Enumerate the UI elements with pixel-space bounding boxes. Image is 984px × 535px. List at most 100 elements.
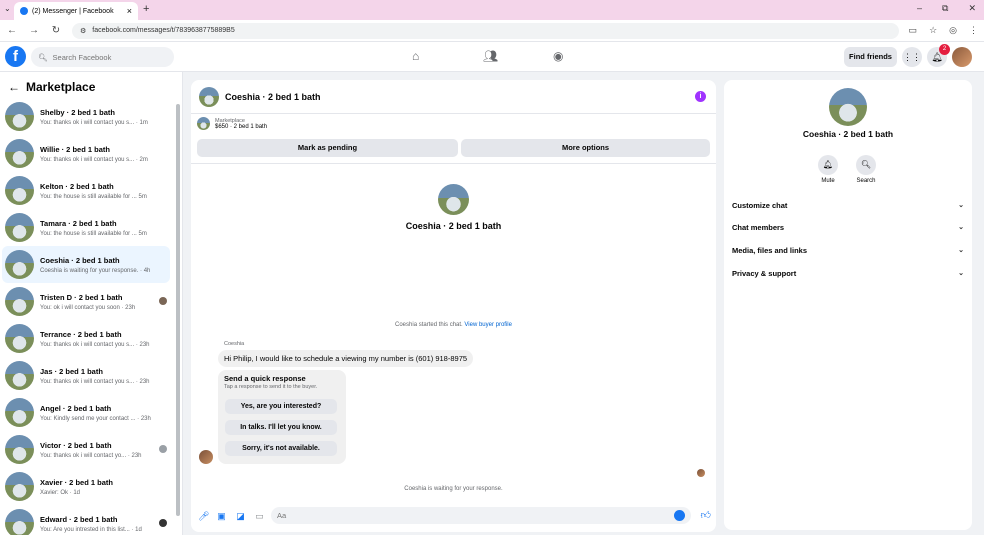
info-name: Coeshia · 2 bed 1 bath — [802, 129, 894, 139]
facebook-header: f 🔍︎ ⌂ 👥︎ ◉ Find friends ⋮⋮ 🔔︎ 2 — [0, 42, 984, 72]
facebook-logo-icon[interactable]: f — [5, 46, 26, 67]
back-arrow-icon[interactable]: ← — [8, 80, 20, 94]
gif-icon[interactable]: ▭ — [255, 511, 264, 522]
conversation-snippet: You: thanks ok i will contact you s... ·… — [40, 341, 150, 348]
find-friends-button[interactable]: Find friends — [844, 47, 897, 67]
sender-name: Coeshia — [224, 341, 245, 347]
listing-avatar — [5, 102, 34, 131]
conversation-snippet: Coeshia is waiting for your response. · … — [40, 267, 151, 274]
section-label: Privacy & support — [732, 268, 797, 278]
image-icon[interactable]: ▣ — [217, 511, 226, 522]
sticker-icon[interactable]: ◪ — [236, 511, 245, 522]
reload-icon[interactable]: ↻ — [50, 25, 62, 36]
message-composer: 🎤︎ ▣ ◪ ▭ 👍︎ — [191, 506, 716, 526]
search-label: Search — [856, 178, 876, 184]
listing-summary[interactable]: Marketplace $650 · 2 bed 1 bath — [197, 117, 267, 130]
search-icon[interactable]: 🔍︎ — [856, 155, 876, 175]
listing-detail: $650 · 2 bed 1 bath — [215, 123, 268, 130]
conversation-item[interactable]: Terrance · 2 bed 1 bath You: thanks ok i … — [0, 320, 172, 357]
menu-grid-icon[interactable]: ⋮⋮ — [902, 47, 922, 67]
conversation-item[interactable]: Tamara · 2 bed 1 bath You: the house is s… — [0, 209, 172, 246]
quick-reply-button[interactable]: Yes, are you interested? — [225, 399, 337, 414]
tab-search-icon[interactable]: ⌄ — [4, 4, 11, 13]
home-icon[interactable]: ⌂ — [412, 49, 419, 63]
install-icon[interactable]: ▭ — [909, 25, 918, 36]
listing-avatar — [5, 435, 34, 464]
conversation-info-panel: Coeshia · 2 bed 1 bath 🔔︎ Mute 🔍︎ Search… — [724, 80, 972, 530]
browser-tab[interactable]: (2) Messenger | Facebook × — [14, 2, 138, 20]
conversation-name: Willie · 2 bed 1 bath — [40, 144, 110, 154]
emoji-icon[interactable] — [674, 510, 685, 521]
new-tab-button[interactable]: + — [143, 3, 149, 15]
back-icon[interactable]: ← — [6, 25, 18, 36]
profile-icon[interactable]: ◎ — [949, 25, 957, 36]
section-label: Customize chat — [732, 200, 788, 210]
media-files-links-row[interactable]: Media, files and links ⌄ — [732, 242, 964, 258]
conversation-item[interactable]: Angel · 2 bed 1 bath You: Kindly send me … — [0, 394, 172, 431]
address-bar[interactable]: ⚙ facebook.com/messages/t/7839638775889B… — [72, 22, 899, 39]
privacy-support-row[interactable]: Privacy & support ⌄ — [732, 265, 964, 281]
quick-reply-button[interactable]: Sorry, it's not available. — [225, 441, 337, 456]
read-receipt-avatar — [159, 519, 167, 527]
chat-avatar[interactable] — [199, 86, 219, 107]
listing-avatar — [5, 398, 34, 427]
sidebar-scrollbar[interactable] — [176, 104, 180, 516]
conversation-name: Tamara · 2 bed 1 bath — [40, 218, 117, 228]
info-avatar[interactable] — [829, 88, 867, 126]
conversation-item[interactable]: Willie · 2 bed 1 bath You: thanks ok i wi… — [0, 135, 172, 172]
mark-as-pending-button[interactable]: Mark as pending — [197, 139, 458, 157]
forward-icon[interactable]: → — [28, 25, 40, 36]
restore-button[interactable]: ⧉ — [942, 3, 948, 14]
chevron-down-icon: ⌄ — [958, 202, 964, 209]
conversation-item-active[interactable]: Coeshia · 2 bed 1 bath Coeshia is waiting… — [2, 246, 170, 283]
info-icon[interactable]: i — [695, 91, 706, 102]
friends-icon[interactable]: 👥︎ — [483, 49, 498, 63]
quick-response-card: Send a quick response Tap a response to … — [218, 370, 346, 464]
chevron-down-icon: ⌄ — [958, 247, 964, 254]
listing-avatar — [5, 509, 34, 535]
view-buyer-profile-link[interactable]: View buyer profile — [464, 322, 512, 328]
conversation-name: Angel · 2 bed 1 bath — [40, 403, 112, 413]
message-input-box[interactable] — [271, 507, 691, 524]
listing-thumbnail — [197, 117, 210, 130]
account-avatar[interactable] — [952, 47, 972, 67]
conversation-item[interactable]: Xavier · 2 bed 1 bath Xavier: Ok · 1d — [0, 468, 172, 505]
minimize-button[interactable]: – — [917, 3, 922, 14]
search-action[interactable]: 🔍︎ Search — [846, 155, 886, 184]
bookmark-star-icon[interactable]: ☆ — [929, 25, 937, 36]
mute-action[interactable]: 🔔︎ Mute — [808, 155, 848, 184]
customize-chat-row[interactable]: Customize chat ⌄ — [732, 197, 964, 213]
conversation-name: Edward · 2 bed 1 bath — [40, 514, 118, 524]
chevron-down-icon: ⌄ — [958, 224, 964, 231]
groups-icon[interactable]: ◉ — [553, 49, 563, 63]
conversation-item[interactable]: Edward · 2 bed 1 bath You: Are you intres… — [0, 505, 172, 535]
conversation-name: Victor · 2 bed 1 bath — [40, 440, 112, 450]
conversation-item[interactable]: Tristen D · 2 bed 1 bath You: ok i will c… — [0, 283, 172, 320]
chat-title[interactable]: Coeshia · 2 bed 1 bath — [225, 92, 321, 102]
conversation-item[interactable]: Victor · 2 bed 1 bath You: thanks ok i wi… — [0, 431, 172, 468]
profile-avatar[interactable] — [438, 184, 469, 215]
conversation-item[interactable]: Kelton · 2 bed 1 bath You: the house is s… — [0, 172, 172, 209]
conversation-list: Shelby · 2 bed 1 bath You: thanks ok i wi… — [0, 98, 172, 535]
more-options-button[interactable]: More options — [461, 139, 710, 157]
close-window-button[interactable]: ✕ — [968, 3, 976, 14]
chat-members-row[interactable]: Chat members ⌄ — [732, 219, 964, 235]
waiting-note: Coeshia is waiting for your response. — [404, 486, 503, 492]
quick-reply-button[interactable]: In talks. I'll let you know. — [225, 420, 337, 435]
listing-avatar — [5, 361, 34, 390]
thumbs-up-icon[interactable]: 👍︎ — [701, 509, 711, 521]
conversation-item[interactable]: Shelby · 2 bed 1 bath You: thanks ok i wi… — [0, 98, 172, 135]
message-input[interactable] — [277, 511, 657, 520]
tab-close-icon[interactable]: × — [127, 6, 132, 16]
site-info-icon[interactable]: ⚙ — [80, 27, 86, 35]
conversation-item[interactable]: Jas · 2 bed 1 bath You: thanks ok i will … — [0, 357, 172, 394]
microphone-icon[interactable]: 🎤︎ — [198, 511, 209, 522]
search-icon: 🔍︎ — [38, 52, 48, 62]
search-bar[interactable]: 🔍︎ — [31, 47, 174, 67]
bell-icon[interactable]: 🔔︎ — [818, 155, 838, 175]
listing-avatar — [5, 213, 34, 242]
conversation-snippet: You: Kindly send me your contact ... · 2… — [40, 415, 151, 422]
search-input[interactable] — [52, 52, 163, 62]
browser-menu-icon[interactable]: ⋮ — [969, 25, 978, 36]
sender-avatar — [199, 450, 213, 464]
